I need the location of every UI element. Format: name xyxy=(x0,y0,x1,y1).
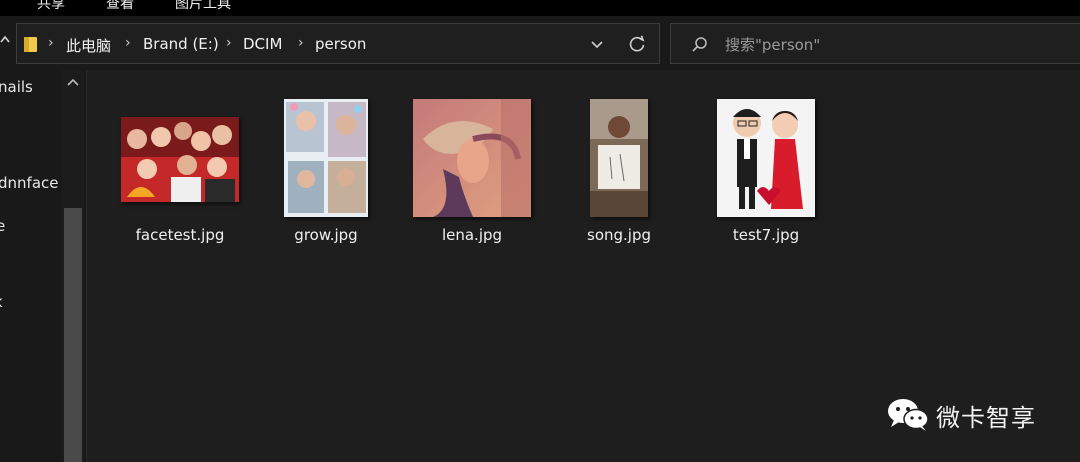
file-item-lena[interactable]: lena.jpg xyxy=(412,84,532,244)
breadcrumb-this-pc[interactable]: 此电脑 xyxy=(66,35,111,56)
refresh-icon[interactable] xyxy=(626,33,648,55)
thumbnail-song xyxy=(590,99,648,217)
file-item-test7[interactable]: test7.jpg xyxy=(706,84,826,244)
breadcrumb-separator[interactable]: › xyxy=(125,35,131,51)
chevron-up-icon[interactable] xyxy=(67,77,79,87)
file-item-facetest[interactable]: facetest.jpg xyxy=(120,84,240,244)
watermark: 微卡智享 xyxy=(886,392,1056,436)
search-icon xyxy=(692,37,707,52)
tab-picture-tools[interactable]: 图片工具 xyxy=(175,0,231,13)
breadcrumb-separator[interactable]: › xyxy=(226,35,232,51)
thumbnail-test7 xyxy=(717,99,815,217)
nav-item-dnnface[interactable]: dnnface xyxy=(0,174,58,192)
chevron-down-icon[interactable] xyxy=(589,37,605,51)
wechat-icon xyxy=(888,399,929,431)
scroll-thumb[interactable] xyxy=(64,208,82,462)
nav-item-e[interactable]: e xyxy=(0,217,5,235)
breadcrumb-separator: › xyxy=(48,35,54,51)
thumbnail-facetest xyxy=(121,117,239,202)
breadcrumb-drive[interactable]: Brand (E:) xyxy=(143,35,219,53)
tab-view[interactable]: 查看 xyxy=(106,0,134,13)
file-name: song.jpg xyxy=(587,226,651,244)
thumbnail-grow xyxy=(284,99,368,217)
breadcrumb-dcim[interactable]: DCIM xyxy=(243,35,282,53)
file-item-song[interactable]: song.jpg xyxy=(559,84,679,244)
file-name: facetest.jpg xyxy=(135,226,225,244)
nav-scrollbar[interactable] xyxy=(62,70,84,462)
chevron-up-icon[interactable] xyxy=(0,34,10,50)
search-input[interactable] xyxy=(725,34,1025,56)
navigation-pane: nails dnnface e k xyxy=(0,70,86,462)
search-box[interactable] xyxy=(670,23,1080,64)
breadcrumb-person[interactable]: person xyxy=(315,35,366,53)
ribbon-tabs: 共享 查看 图片工具 xyxy=(0,0,1080,16)
address-bar[interactable]: › 此电脑 › Brand (E:) › DCIM › person xyxy=(16,23,660,64)
nav-item-thumbnails[interactable]: nails xyxy=(0,78,33,96)
folder-icon xyxy=(24,37,37,52)
thumbnail-lena xyxy=(413,99,531,217)
nav-item-k[interactable]: k xyxy=(0,293,3,311)
file-name: lena.jpg xyxy=(441,226,503,244)
watermark-text: 微卡智享 xyxy=(936,404,1036,432)
address-row: › 此电脑 › Brand (E:) › DCIM › person xyxy=(0,16,1080,70)
tab-share[interactable]: 共享 xyxy=(37,0,65,13)
file-name: grow.jpg xyxy=(294,226,358,244)
file-item-grow[interactable]: grow.jpg xyxy=(266,84,386,244)
breadcrumb-separator[interactable]: › xyxy=(298,35,304,51)
file-name: test7.jpg xyxy=(732,226,800,244)
